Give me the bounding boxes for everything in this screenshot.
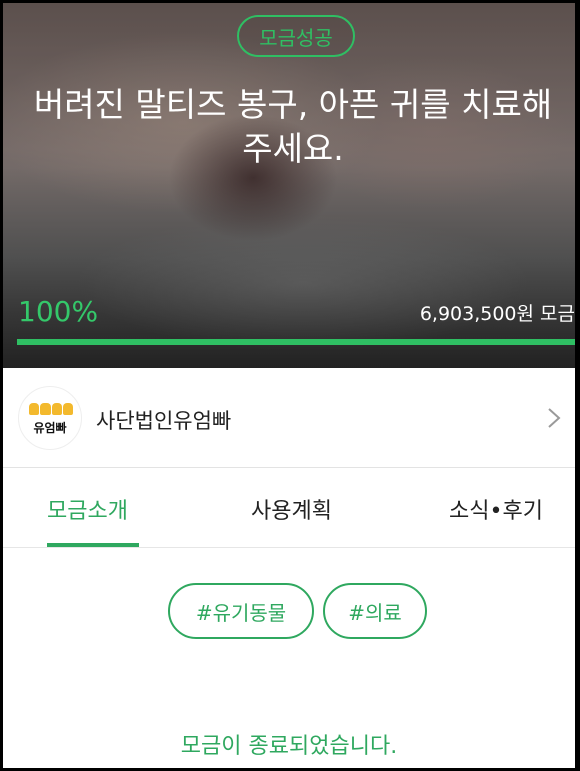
logo-faces-icon (29, 403, 73, 415)
logo-text: 유엄빠 (33, 421, 67, 435)
progress-percent: 100% (18, 295, 99, 328)
raised-amount: 6,903,500원 모금 (419, 303, 575, 325)
tab-bar: 모금소개 사용계획 소식•후기 (3, 468, 575, 548)
status-badge: 모금성공 (237, 15, 355, 57)
app-frame: 모금성공 버려진 말티즈 봉구, 아픈 귀를 치료해 주세요. 100% 6,9… (3, 3, 575, 768)
progress-bar-fill (17, 339, 575, 345)
campaign-title: 버려진 말티즈 봉구, 아픈 귀를 치료해 주세요. (33, 85, 553, 168)
tag-animal[interactable]: #유기동물 (168, 583, 314, 639)
active-tab-indicator (47, 543, 139, 547)
tag-medical[interactable]: #의료 (323, 583, 427, 639)
campaign-ended-message: 모금이 종료되었습니다. (180, 734, 398, 759)
progress-bar (17, 339, 575, 345)
tab-news[interactable]: 소식•후기 (449, 493, 543, 525)
organization-logo: 유엄빠 (18, 386, 82, 450)
campaign-hero-image: 모금성공 버려진 말티즈 봉구, 아픈 귀를 치료해 주세요. 100% 6,9… (3, 3, 575, 368)
tab-intro[interactable]: 모금소개 (47, 493, 128, 525)
chevron-right-icon (548, 408, 561, 428)
organization-name: 사단법인유엄빠 (96, 409, 232, 433)
tab-plan[interactable]: 사용계획 (251, 493, 332, 525)
organization-row[interactable]: 유엄빠 사단법인유엄빠 (3, 368, 575, 468)
